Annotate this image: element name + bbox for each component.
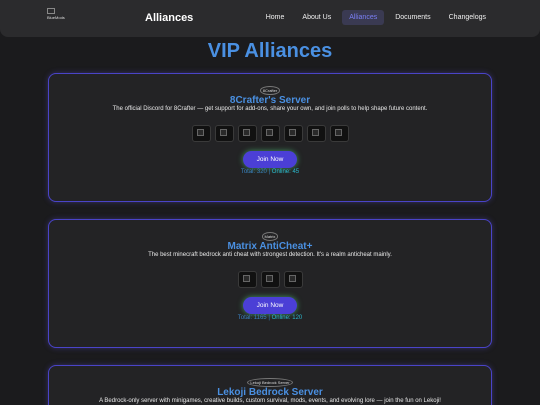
member-avatar-icon bbox=[260, 271, 280, 288]
count-separator: | bbox=[268, 169, 271, 175]
site-logo[interactable]: BlueMods bbox=[47, 8, 71, 22]
server-logo-icon: Lekoji Bedrock Server bbox=[49, 378, 491, 387]
member-counts: Total: 320 | Online: 45 bbox=[49, 169, 491, 175]
total-count: Total: 1165 bbox=[237, 315, 267, 321]
total-count: Total: 320 bbox=[240, 169, 267, 175]
server-description: A Bedrock-only server with minigames, cr… bbox=[99, 398, 441, 404]
nav-link-home[interactable]: Home bbox=[259, 10, 292, 25]
page-title: VIP Alliances bbox=[207, 40, 333, 62]
nav-link-changelogs[interactable]: Changelogs bbox=[442, 10, 493, 25]
member-avatar-icon bbox=[306, 125, 326, 142]
member-avatar-icon bbox=[237, 271, 257, 288]
member-avatar-icon bbox=[283, 125, 303, 142]
server-description: The best minecraft bedrock anti cheat wi… bbox=[148, 252, 392, 258]
nav-link-documents[interactable]: Documents bbox=[388, 10, 437, 25]
logo-image-icon bbox=[47, 8, 55, 14]
alliance-card: Lekoji Bedrock Server Lekoji Bedrock Ser… bbox=[48, 365, 492, 405]
server-title: Matrix AntiCheat+ bbox=[227, 241, 313, 252]
navbar: BlueMods Alliances Home About Us Allianc… bbox=[0, 0, 540, 37]
nav-links: Home About Us Alliances Documents Change… bbox=[259, 10, 493, 25]
nav-link-alliances[interactable]: Alliances bbox=[342, 10, 385, 25]
join-now-button[interactable]: Join Now bbox=[243, 151, 297, 168]
member-avatar-icon bbox=[329, 125, 349, 142]
nav-link-about-us[interactable]: About Us bbox=[295, 10, 338, 25]
server-title: Lekoji Bedrock Server bbox=[217, 387, 323, 398]
online-count: Online: 120 bbox=[271, 315, 303, 321]
member-avatar-icon bbox=[283, 271, 303, 288]
join-now-button[interactable]: Join Now bbox=[243, 297, 297, 314]
alliance-card: Matrix Matrix AntiCheat+ The best minecr… bbox=[48, 219, 492, 348]
member-avatars bbox=[49, 125, 491, 142]
member-counts: Total: 1165 | Online: 120 bbox=[49, 315, 491, 321]
server-logo-icon: Matrix bbox=[49, 232, 491, 241]
server-logo-icon: 8Crafter bbox=[49, 86, 491, 95]
server-description: The official Discord for 8Crafter — get … bbox=[112, 106, 428, 112]
online-count: Online: 45 bbox=[271, 169, 300, 175]
server-title: 8Crafter's Server bbox=[229, 95, 311, 106]
member-avatar-icon bbox=[191, 125, 211, 142]
page-heading: Alliances bbox=[145, 12, 194, 24]
logo-alt-text: BlueMods bbox=[47, 15, 65, 20]
alliance-card: 8Crafter 8Crafter's Server The official … bbox=[48, 73, 492, 202]
member-avatar-icon bbox=[214, 125, 234, 142]
member-avatars bbox=[49, 271, 491, 288]
member-avatar-icon bbox=[260, 125, 280, 142]
count-separator: | bbox=[268, 315, 270, 321]
member-avatar-icon bbox=[237, 125, 257, 142]
